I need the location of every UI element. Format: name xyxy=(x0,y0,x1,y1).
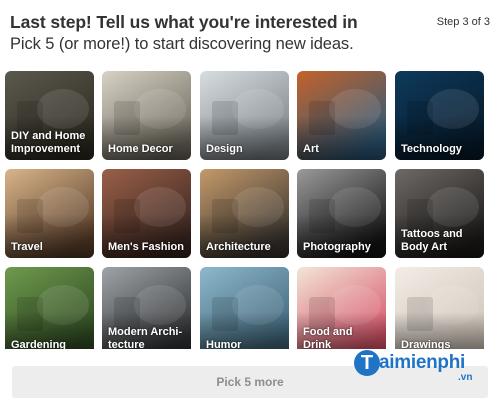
topic-photography[interactable]: Photography xyxy=(297,169,386,258)
topic-design[interactable]: Design xyxy=(200,71,289,160)
topic-travel[interactable]: Travel xyxy=(5,169,94,258)
topic-drawings[interactable]: Drawings xyxy=(395,267,484,349)
topic-label: Design xyxy=(206,142,243,155)
topic-technology[interactable]: Technology xyxy=(395,71,484,160)
topic-gardening[interactable]: Gardening xyxy=(5,267,94,349)
topic-mens-fashion[interactable]: Men's Fashion xyxy=(102,169,191,258)
topic-label: Gardening xyxy=(11,338,67,350)
topic-label: Art xyxy=(303,142,319,155)
watermark-text: aimienphi xyxy=(379,352,465,373)
topic-grid: DIY and Home Improvement Home Decor Design… xyxy=(5,71,489,349)
page-subtitle: Pick 5 (or more!) to start discovering n… xyxy=(10,35,354,53)
topic-label: Tattoos and Body Art xyxy=(401,228,463,253)
topic-diy-home-improvement[interactable]: DIY and Home Improvement xyxy=(5,71,94,160)
topic-food-drink[interactable]: Food and Drink xyxy=(297,267,386,349)
topic-label: Men's Fashion xyxy=(108,240,184,253)
topic-humor[interactable]: Humor xyxy=(200,267,289,349)
topic-label: Home Decor xyxy=(108,142,173,155)
topic-home-decor[interactable]: Home Decor xyxy=(102,71,191,160)
topic-label: DIY and Home Improvement xyxy=(11,130,86,155)
topic-label: Architecture xyxy=(206,240,271,253)
topic-label: Photography xyxy=(303,240,371,253)
watermark-suffix: .vn xyxy=(458,372,473,383)
step-indicator: Step 3 of 3 xyxy=(436,16,490,28)
topic-architecture[interactable]: Architecture xyxy=(200,169,289,258)
topic-tattoos-body-art[interactable]: Tattoos and Body Art xyxy=(395,169,484,258)
topic-art[interactable]: Art xyxy=(297,71,386,160)
topic-label: Technology xyxy=(401,142,462,155)
watermark: T aimienphi .vn xyxy=(354,346,500,386)
page-title: Last step! Tell us what you're intereste… xyxy=(10,12,358,32)
watermark-logo-icon: T xyxy=(354,350,380,376)
topic-label: Humor xyxy=(206,338,242,350)
onboarding-header: Last step! Tell us what you're intereste… xyxy=(10,12,490,56)
topic-label: Travel xyxy=(11,240,43,253)
topic-modern-architecture[interactable]: Modern Archi- tecture xyxy=(102,267,191,349)
topic-label: Modern Archi- tecture xyxy=(108,326,183,349)
